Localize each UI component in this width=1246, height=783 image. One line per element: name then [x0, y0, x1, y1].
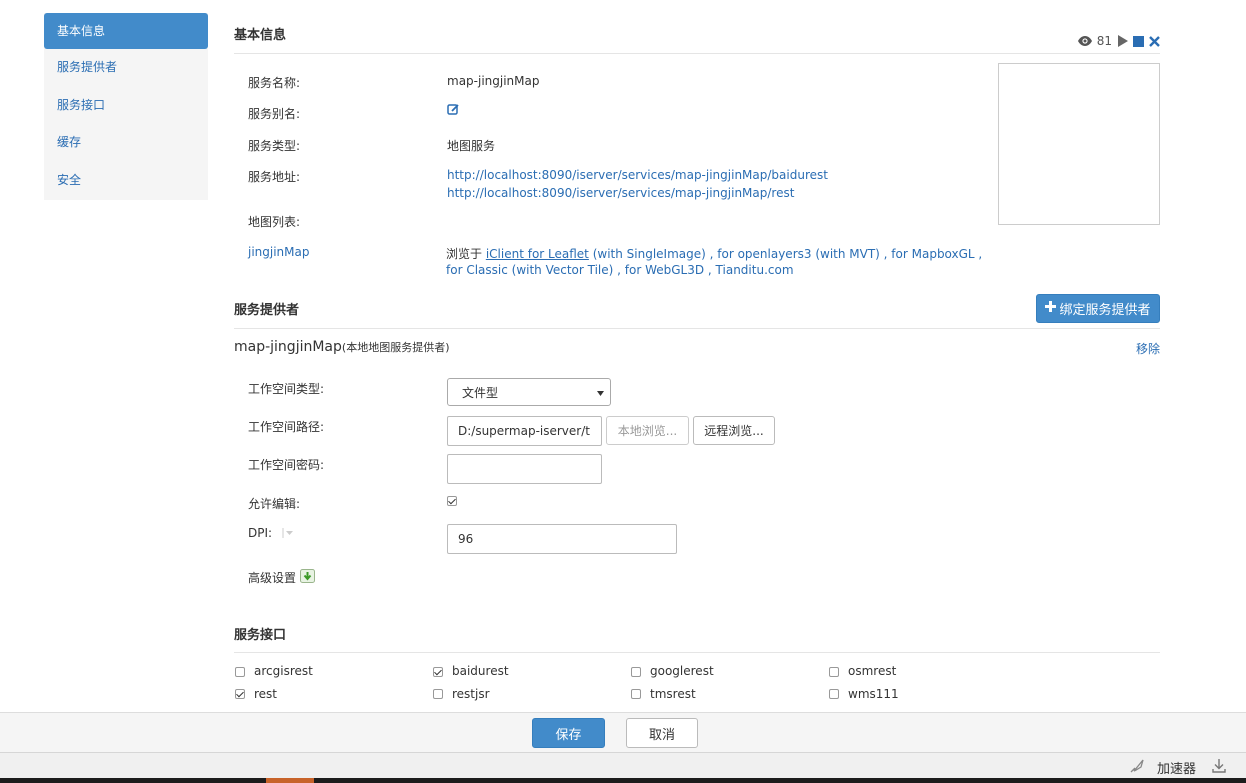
- download-icon[interactable]: [1211, 758, 1227, 777]
- sidebar-item-security[interactable]: 安全: [44, 162, 208, 200]
- service-alias-label: 服务别名:: [248, 107, 301, 121]
- sidebar-item-interfaces[interactable]: 服务接口: [44, 87, 208, 125]
- service-address-link-baidurest[interactable]: http://localhost:8090/iserver/services/m…: [447, 168, 828, 182]
- chevron-down-icon: [597, 385, 604, 399]
- interface-checkbox-rest[interactable]: [235, 689, 245, 699]
- divider: [234, 53, 1160, 54]
- provider-name: map-jingjinMap: [234, 339, 342, 355]
- browse-link-leaflet[interactable]: iClient for Leaflet: [486, 247, 589, 261]
- sidebar-item-cache[interactable]: 缓存: [44, 124, 208, 162]
- local-browse-button[interactable]: 本地浏览...: [606, 416, 689, 445]
- footer-action-bar: 保存 取消: [0, 712, 1246, 752]
- service-address-link-rest[interactable]: http://localhost:8090/iserver/services/m…: [447, 186, 794, 200]
- map-name-link[interactable]: jingjinMap: [248, 245, 310, 259]
- dpi-label: DPI:: [248, 526, 294, 541]
- interface-checkbox-baidurest[interactable]: [433, 667, 443, 677]
- divider: [234, 652, 1160, 653]
- interface-label-arcgisrest: arcgisrest: [254, 664, 313, 678]
- allow-edit-label: 允许编辑:: [248, 497, 301, 511]
- map-thumbnail[interactable]: [998, 63, 1160, 225]
- dpi-label-text: DPI:: [248, 526, 273, 540]
- interface-label-tmsrest: tmsrest: [650, 687, 696, 701]
- browse-prefix: 浏览于: [446, 247, 486, 261]
- remote-browse-button[interactable]: 远程浏览...: [693, 416, 775, 445]
- expand-down-icon[interactable]: [300, 569, 316, 586]
- provider-name-row: map-jingjinMap(本地地图服务提供者): [234, 339, 450, 355]
- plus-icon: [1045, 301, 1057, 316]
- provider-title: 服务提供者: [234, 303, 300, 318]
- service-type-label: 服务类型:: [248, 139, 301, 153]
- interface-label-wms111: wms111: [848, 687, 899, 701]
- sidebar: 基本信息 服务提供者 服务接口 缓存 安全: [44, 13, 208, 200]
- interface-label-restjsr: restjsr: [452, 687, 490, 701]
- browse-options-line-1: 浏览于 iClient for Leaflet (with SingleImag…: [446, 245, 982, 262]
- dpi-dropdown-icon[interactable]: [282, 527, 294, 541]
- remove-provider-link[interactable]: 移除: [1136, 340, 1160, 357]
- interface-label-googlerest: googlerest: [650, 664, 714, 678]
- workspace-type-value: 文件型: [462, 385, 499, 400]
- advanced-settings-toggle[interactable]: 高级设置: [248, 569, 316, 586]
- browse-options-line-2[interactable]: for Classic (with Vector Tile) , for Web…: [446, 263, 794, 277]
- bind-provider-label: 绑定服务提供者: [1059, 303, 1151, 318]
- workspace-type-label: 工作空间类型:: [248, 382, 325, 396]
- eye-icon: [1077, 36, 1092, 46]
- interface-checkbox-wms111[interactable]: [829, 689, 839, 699]
- interface-checkbox-arcgisrest[interactable]: [235, 667, 245, 677]
- bind-provider-button[interactable]: 绑定服务提供者: [1036, 294, 1160, 323]
- save-button[interactable]: 保存: [532, 718, 605, 748]
- divider: [234, 328, 1160, 329]
- workspace-path-label: 工作空间路径:: [248, 420, 325, 434]
- service-toolbar: 81: [1077, 34, 1160, 48]
- interface-checkbox-osmrest[interactable]: [829, 667, 839, 677]
- workspace-path-input[interactable]: D:/supermap-iserver/t: [447, 416, 602, 446]
- page: 基本信息 服务提供者 服务接口 缓存 安全 基本信息 81 服务名称: map-…: [0, 0, 1246, 783]
- rocket-icon[interactable]: [1129, 758, 1145, 777]
- interface-label-baidurest: baidurest: [452, 664, 509, 678]
- workspace-type-select[interactable]: 文件型: [447, 378, 611, 406]
- taskbar: [0, 778, 1246, 783]
- browse-links-rest[interactable]: (with SingleImage) , for openlayers3 (wi…: [589, 247, 983, 261]
- interface-checkbox-googlerest[interactable]: [631, 667, 641, 677]
- cancel-button[interactable]: 取消: [626, 718, 698, 748]
- close-icon[interactable]: [1149, 35, 1160, 47]
- service-type-value: 地图服务: [447, 139, 496, 153]
- workspace-password-label: 工作空间密码:: [248, 458, 325, 472]
- allow-edit-checkbox[interactable]: [447, 496, 457, 506]
- basic-info-title: 基本信息: [234, 28, 287, 43]
- interface-checkbox-tmsrest[interactable]: [631, 689, 641, 699]
- workspace-password-input[interactable]: [447, 454, 602, 484]
- interface-checkbox-restjsr[interactable]: [433, 689, 443, 699]
- interface-label-rest: rest: [254, 687, 278, 701]
- taskbar-active-item[interactable]: [266, 778, 314, 783]
- sidebar-item-provider[interactable]: 服务提供者: [44, 49, 208, 87]
- advanced-settings-label: 高级设置: [248, 571, 297, 585]
- accelerator-label[interactable]: 加速器: [1157, 758, 1196, 777]
- stop-icon[interactable]: [1133, 35, 1144, 47]
- view-count: 81: [1096, 34, 1112, 48]
- map-list-label: 地图列表:: [248, 215, 301, 229]
- interfaces-title: 服务接口: [234, 628, 287, 643]
- service-name-value: map-jingjinMap: [447, 74, 540, 88]
- service-name-label: 服务名称:: [248, 76, 301, 90]
- provider-type: (本地地图服务提供者): [341, 341, 450, 354]
- interface-label-osmrest: osmrest: [848, 664, 897, 678]
- play-icon[interactable]: [1117, 35, 1128, 47]
- sidebar-item-basic-info[interactable]: 基本信息: [44, 13, 208, 49]
- edit-icon[interactable]: [447, 103, 460, 119]
- dpi-input[interactable]: 96: [447, 524, 677, 554]
- service-address-label: 服务地址:: [248, 170, 301, 184]
- browser-status-bar: 加速器: [0, 752, 1246, 778]
